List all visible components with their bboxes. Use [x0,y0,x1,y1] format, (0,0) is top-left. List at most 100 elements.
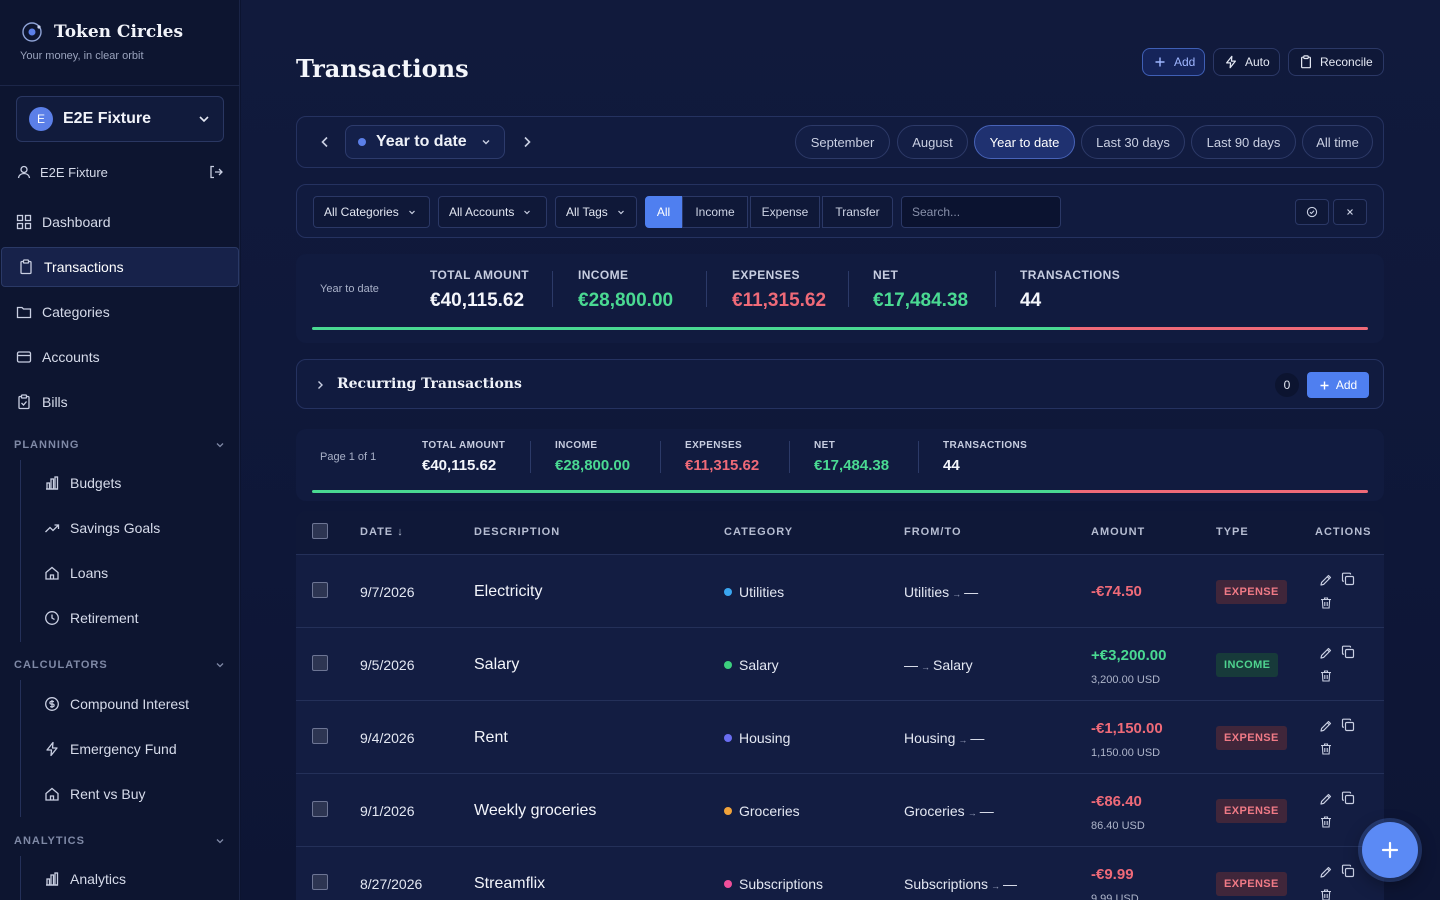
section-calculators[interactable]: CALCULATORS [14,657,226,673]
row-checkbox[interactable] [312,655,328,671]
table-row[interactable]: 9/7/2026 Electricity Utilities Utilities… [296,555,1384,628]
preset-year-to-date[interactable]: Year to date [974,125,1075,159]
clear-filters-button[interactable] [1333,199,1367,225]
preset-august[interactable]: August [897,125,968,159]
sidebar-item-label: Transactions [44,259,124,275]
plus-icon [1153,55,1167,69]
trash-icon[interactable] [1319,742,1333,756]
column-date[interactable]: DATE ↓ [360,526,404,538]
row-description[interactable]: Salary [474,656,519,674]
duplicate-icon[interactable] [1341,572,1355,586]
row-category: Housing [724,730,790,746]
edit-icon[interactable] [1319,719,1333,733]
duplicate-icon[interactable] [1341,791,1355,805]
sidebar-item-loans[interactable]: Loans [0,553,240,593]
tag-filter[interactable]: All Tags [555,196,637,228]
edit-icon[interactable] [1319,573,1333,587]
divider [552,271,553,307]
trash-icon[interactable] [1319,888,1333,900]
account-filter[interactable]: All Accounts [438,196,547,228]
section-analytics[interactable]: ANALYTICS [14,833,226,849]
workspace-select[interactable]: E E2E Fixture [16,96,224,142]
add-recurring-button[interactable]: Add [1307,372,1369,398]
edit-icon[interactable] [1319,792,1333,806]
arrow-right-icon: → [921,662,930,672]
row-description[interactable]: Rent [474,729,508,747]
column-category[interactable]: CATEGORY [724,526,793,538]
section-label: PLANNING [14,439,80,451]
row-checkbox[interactable] [312,582,328,598]
table-header: DATE ↓ DESCRIPTION CATEGORY FROM/TO AMOU… [296,511,1384,555]
logout-icon[interactable] [208,164,224,180]
sidebar-item-emergency-fund[interactable]: Emergency Fund [0,729,240,769]
sidebar-item-analytics[interactable]: Analytics [0,859,240,899]
from-label: Utilities [904,584,950,600]
type-filter-income[interactable]: Income [682,196,748,228]
duplicate-icon[interactable] [1341,718,1355,732]
user-row: E2E Fixture [16,162,224,182]
sidebar-item-budgets[interactable]: Budgets [0,463,240,503]
reconcile-button[interactable]: Reconcile [1288,48,1384,76]
metric-label: TRANSACTIONS [943,440,1028,451]
table-row[interactable]: 9/4/2026 Rent Housing Housing → — -€1,150.… [296,701,1384,774]
bar-chart-icon [44,871,60,887]
sidebar-item-retirement[interactable]: Retirement [0,598,240,638]
type-filter-expense[interactable]: Expense [750,196,820,228]
duplicate-icon[interactable] [1341,864,1355,878]
table-row[interactable]: 9/1/2026 Weekly groceries Groceries Groc… [296,774,1384,847]
filter-options-button[interactable] [1295,199,1329,225]
row-description[interactable]: Weekly groceries [474,802,596,820]
metric-income: INCOME €28,800.00 [555,440,630,474]
add-transaction-fab[interactable] [1362,822,1418,878]
edit-icon[interactable] [1319,646,1333,660]
section-planning[interactable]: PLANNING [14,437,226,453]
row-description[interactable]: Streamflix [474,875,545,893]
chevron-down-icon [214,659,226,671]
sidebar-item-savings-goals[interactable]: Savings Goals [0,508,240,548]
category-filter[interactable]: All Categories [313,196,430,228]
sidebar-item-transactions[interactable]: Transactions [1,247,239,287]
sidebar-item-dashboard[interactable]: Dashboard [0,202,240,242]
sidebar-item-compound-interest[interactable]: Compound Interest [0,684,240,724]
row-amount: -€74.50 [1091,583,1142,600]
preset-all-time[interactable]: All time [1302,125,1373,159]
row-description[interactable]: Electricity [474,583,542,601]
auto-button[interactable]: Auto [1213,48,1280,76]
lightning-icon [44,741,60,757]
chevron-down-icon [197,112,211,126]
search-input[interactable] [901,196,1061,228]
table-row[interactable]: 9/5/2026 Salary Salary — → Salary +€3,200.… [296,628,1384,701]
sidebar-item-bills[interactable]: Bills [0,382,240,422]
table-row[interactable]: 8/27/2026 Streamflix Subscriptions Subsc… [296,847,1384,900]
column-type[interactable]: TYPE [1216,526,1249,538]
preset-september[interactable]: September [795,125,890,159]
sidebar-item-categories[interactable]: Categories [0,292,240,332]
category-label: Housing [739,730,791,746]
preset-last-30-days[interactable]: Last 30 days [1081,125,1185,159]
type-filter-all[interactable]: All [645,196,682,228]
workspace-avatar: E [29,107,53,131]
chevron-right-icon[interactable] [519,134,535,150]
column-amount[interactable]: AMOUNT [1091,526,1145,538]
row-checkbox[interactable] [312,801,328,817]
recurring-transactions-panel[interactable]: Recurring Transactions 0 Add [296,359,1384,409]
add-transaction-button[interactable]: Add [1142,48,1205,76]
edit-icon[interactable] [1319,865,1333,879]
row-checkbox[interactable] [312,728,328,744]
select-all-checkbox[interactable] [312,523,328,539]
column-description[interactable]: DESCRIPTION [474,526,560,538]
to-label: — [964,584,979,600]
trash-icon[interactable] [1319,669,1333,683]
trash-icon[interactable] [1319,815,1333,829]
preset-last-90-days[interactable]: Last 90 days [1191,125,1296,159]
type-filter-transfer[interactable]: Transfer [822,196,893,228]
metric-label: NET [814,440,836,451]
chevron-left-icon[interactable] [317,134,333,150]
trash-icon[interactable] [1319,596,1333,610]
duplicate-icon[interactable] [1341,645,1355,659]
chevron-right-icon[interactable] [313,378,327,392]
sidebar-item-rent-vs-buy[interactable]: Rent vs Buy [0,774,240,814]
period-select[interactable]: Year to date [345,125,505,159]
row-checkbox[interactable] [312,874,328,890]
sidebar-item-accounts[interactable]: Accounts [0,337,240,377]
